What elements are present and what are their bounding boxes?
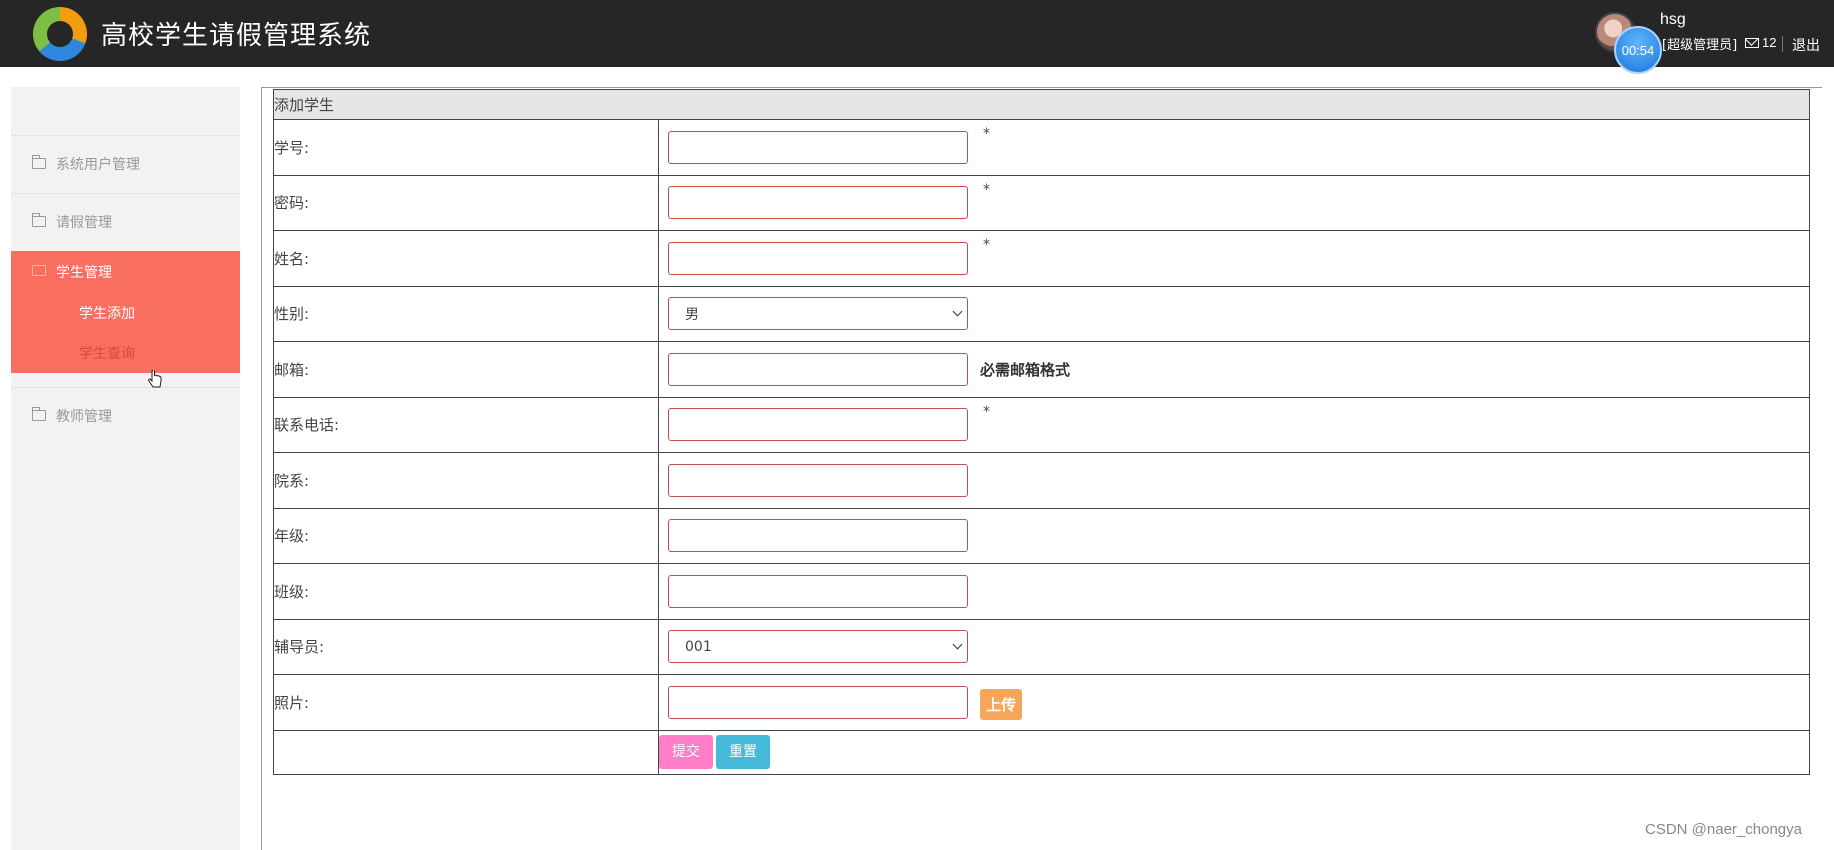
- required-mark: *: [983, 403, 990, 420]
- required-mark: *: [983, 237, 990, 253]
- gender-select[interactable]: 男: [668, 297, 968, 331]
- folder-open-icon: [32, 265, 46, 276]
- sidebar-item-leave[interactable]: 请假管理: [11, 193, 240, 251]
- photo-input[interactable]: [668, 685, 968, 719]
- required-mark: *: [983, 126, 990, 142]
- name-label: 姓名:: [273, 230, 659, 287]
- counselor-label: 辅导员:: [273, 618, 659, 675]
- mail-count: 12: [1762, 35, 1777, 50]
- add-student-form: 添加学生 学号: * 密码: * 姓名: * 性别: 男 邮箱: 必需邮箱格式 …: [273, 89, 1810, 775]
- grade-input[interactable]: [668, 519, 968, 553]
- phone-input[interactable]: [668, 408, 968, 442]
- class-input[interactable]: [668, 574, 968, 608]
- username: hsg: [1660, 11, 1686, 28]
- watermark: CSDN @naer_chongya: [1645, 821, 1802, 838]
- department-label: 院系:: [273, 452, 659, 509]
- grade-label: 年级:: [273, 507, 659, 564]
- student-id-label: 学号:: [273, 119, 659, 176]
- folder-icon: [32, 407, 46, 421]
- actions-spacer: [273, 729, 659, 775]
- reset-button[interactable]: 重置: [716, 735, 770, 769]
- sidebar-item-students[interactable]: 学生管理 学生添加 学生查询: [11, 251, 240, 373]
- password-label: 密码:: [273, 174, 659, 231]
- app-title: 高校学生请假管理系统: [101, 21, 372, 51]
- sidebar-item-system-users[interactable]: 系统用户管理: [11, 135, 240, 193]
- timer-badge: 00:54: [1614, 26, 1662, 74]
- student-id-input[interactable]: [668, 130, 968, 164]
- gender-selected: 男: [685, 306, 699, 323]
- chevron-down-icon: [952, 639, 963, 650]
- password-input[interactable]: [668, 186, 968, 220]
- counselor-selected: 001: [685, 638, 712, 655]
- name-input[interactable]: [668, 241, 968, 275]
- submit-button[interactable]: 提交: [659, 735, 713, 769]
- header-divider: [1782, 36, 1783, 52]
- email-input[interactable]: [668, 352, 968, 386]
- sidebar-item-label: 学生管理: [56, 265, 112, 281]
- folder-icon: [32, 155, 46, 169]
- mail-icon: [1745, 37, 1759, 48]
- upload-button[interactable]: 上传: [980, 688, 1023, 720]
- gender-label: 性别:: [273, 285, 659, 342]
- counselor-select[interactable]: 001: [668, 630, 968, 664]
- logo-icon: [33, 7, 87, 61]
- form-title: 添加学生: [273, 89, 1810, 120]
- sidebar: 系统用户管理 请假管理 学生管理 学生添加 学生查询 教师管理: [11, 87, 240, 850]
- department-input[interactable]: [668, 463, 968, 497]
- folder-icon: [32, 213, 46, 227]
- sidebar-item-label: 教师管理: [56, 409, 112, 425]
- sidebar-item-label: 系统用户管理: [56, 157, 140, 173]
- chevron-down-icon: [952, 306, 963, 317]
- sidebar-item-teachers[interactable]: 教师管理: [11, 387, 240, 445]
- sidebar-subitem-student-add[interactable]: 学生添加: [79, 303, 135, 323]
- sidebar-item-label: 请假管理: [56, 215, 112, 231]
- photo-label: 照片:: [273, 674, 659, 731]
- user-role: [超级管理员]: [1662, 38, 1738, 53]
- email-label: 邮箱:: [273, 341, 659, 398]
- email-hint: 必需邮箱格式: [980, 360, 1071, 379]
- logout-link[interactable]: 退出: [1792, 35, 1820, 55]
- phone-label: 联系电话:: [273, 396, 659, 453]
- top-header: 高校学生请假管理系统 00:54 hsg [超级管理员] 12 退出: [0, 0, 1834, 74]
- class-label: 班级:: [273, 563, 659, 620]
- sidebar-subitem-student-query[interactable]: 学生查询: [79, 343, 135, 363]
- hand-cursor-icon: [148, 370, 162, 388]
- required-mark: *: [983, 181, 990, 198]
- mail-link[interactable]: 12: [1745, 35, 1776, 50]
